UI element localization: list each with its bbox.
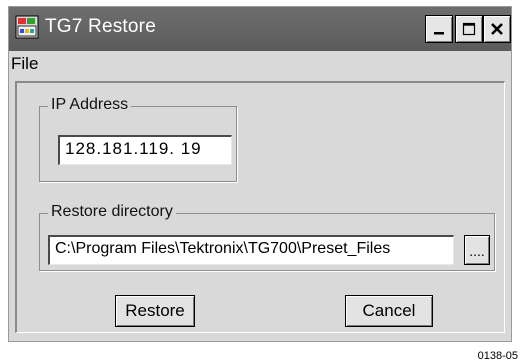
- menu-file[interactable]: File: [11, 54, 38, 74]
- app-icon: [15, 15, 39, 39]
- minimize-icon: [434, 32, 444, 35]
- browse-button[interactable]: ....: [464, 235, 490, 265]
- maximize-button[interactable]: [455, 15, 483, 43]
- figure-id: 0138-05: [477, 350, 518, 362]
- window-title: TG7 Restore: [45, 16, 156, 37]
- maximize-icon: [462, 22, 476, 36]
- restore-directory-group: Restore directory C:\Program Files\Tektr…: [39, 203, 495, 271]
- minimize-button[interactable]: [425, 15, 453, 43]
- ip-address-group: IP Address 128.181.119. 19: [39, 96, 237, 182]
- restore-directory-label: Restore directory: [48, 203, 176, 221]
- ip-address-label: IP Address: [48, 96, 132, 114]
- menu-bar: File: [9, 51, 511, 79]
- restore-directory-field[interactable]: C:\Program Files\Tektronix\TG700\Preset_…: [48, 235, 454, 265]
- restore-button[interactable]: Restore: [115, 295, 195, 327]
- title-bar[interactable]: TG7 Restore: [9, 7, 511, 51]
- dialog-client-area: IP Address 128.181.119. 19 Restore direc…: [15, 81, 505, 333]
- close-button[interactable]: [483, 15, 511, 43]
- tg7-restore-window: TG7 Restore File IP Address 128.181.119.…: [8, 6, 512, 342]
- close-icon: [491, 23, 503, 35]
- ip-address-field[interactable]: 128.181.119. 19: [58, 135, 232, 165]
- cancel-button[interactable]: Cancel: [345, 295, 433, 327]
